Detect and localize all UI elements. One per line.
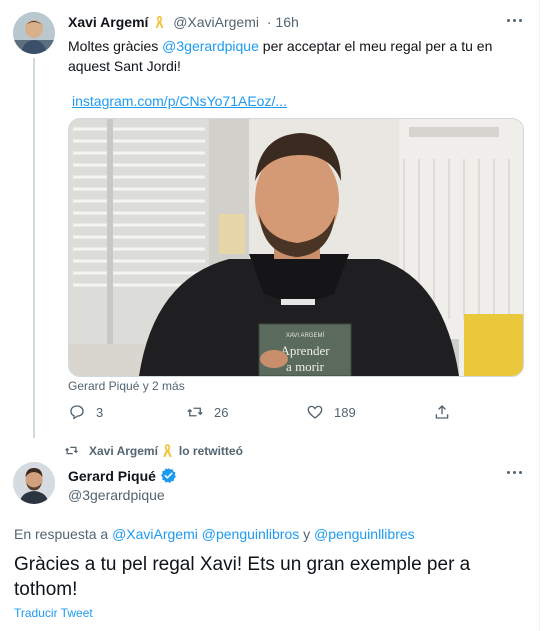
retweet-icon (65, 446, 78, 455)
avatar-xavi-argemi[interactable] (13, 12, 55, 54)
tweet2-author: Gerard Piqué (68, 467, 177, 484)
translate-tweet-link[interactable]: Traducir Tweet (14, 606, 93, 620)
ribbon-icon (155, 16, 164, 28)
like-icon (307, 405, 323, 419)
more-options-icon[interactable] (506, 16, 524, 26)
tweet1-action-bar: 3 26 189 (68, 402, 468, 422)
book-title-line2: a morir (286, 359, 325, 374)
like-count: 189 (334, 404, 356, 420)
photo-image: XAVI ARGEMÍ Aprender a morir (69, 119, 523, 376)
reply-joiner: y (299, 526, 315, 542)
verified-badge-icon (160, 468, 176, 483)
ribbon-icon (163, 444, 172, 457)
tweet2-author-name[interactable]: Gerard Piqué (68, 468, 156, 484)
tweet1-timestamp[interactable]: · 16h (267, 14, 299, 30)
mention-penguinllibres[interactable]: @penguinllibres (314, 526, 415, 542)
reply-prefix: En respuesta a (14, 526, 113, 542)
retweet-button[interactable]: 26 (186, 402, 228, 422)
mention-penguinlibros[interactable]: @penguinlibros (202, 526, 300, 542)
share-icon (435, 405, 449, 419)
like-button[interactable]: 189 (306, 402, 356, 422)
thread-line (33, 58, 35, 438)
reply-button[interactable]: 3 (68, 402, 103, 422)
tweet2-text: Gràcies a tu pel regal Xavi! Ets un gran… (14, 554, 471, 600)
tweet1-text: Moltes gràcies @3gerardpique per accepta… (68, 36, 508, 76)
more-options-icon[interactable] (506, 468, 524, 478)
tweet2-author-handle[interactable]: @3gerardpique (68, 487, 165, 503)
retweeter-name[interactable]: Xavi Argemí (89, 444, 158, 458)
tweet1-header: Xavi Argemí @XaviArgemi · 16h (68, 14, 299, 30)
tweet1-author-handle[interactable]: @XaviArgemi (173, 14, 259, 30)
tagged-people[interactable]: Gerard Piqué y 2 más (68, 379, 185, 393)
book-title-line1: Aprender (280, 343, 330, 358)
tweet1-author-name[interactable]: Xavi Argemí (68, 14, 148, 30)
share-button[interactable] (433, 402, 461, 422)
reply-count: 3 (96, 404, 104, 420)
reply-context: En respuesta a @XaviArgemi @penguinlibro… (14, 526, 415, 542)
retweet-icon (187, 407, 203, 417)
retweet-count: 26 (214, 404, 229, 420)
instagram-link[interactable]: instagram.com/p/CNsYo71AEoz/... (72, 93, 287, 109)
timeline-pane: Xavi Argemí @XaviArgemi · 16h Moltes grà… (0, 0, 540, 631)
tweet1-photo[interactable]: XAVI ARGEMÍ Aprender a morir (68, 118, 524, 377)
avatar-image (13, 12, 55, 54)
book-author-text: XAVI ARGEMÍ (286, 332, 325, 339)
avatar-gerard-pique[interactable] (13, 462, 55, 504)
mention-3gerardpique[interactable]: @3gerardpique (162, 38, 259, 54)
retweet-notice-suffix: lo retwitteó (178, 443, 243, 458)
tweet1-text-start: Moltes gràcies (68, 38, 163, 54)
mention-xaviargemi[interactable]: @XaviArgemi (112, 526, 198, 542)
reply-icon (70, 405, 84, 420)
retweet-notice: Xavi Argemí lo retwitteó (64, 443, 243, 458)
avatar-image (13, 462, 55, 504)
